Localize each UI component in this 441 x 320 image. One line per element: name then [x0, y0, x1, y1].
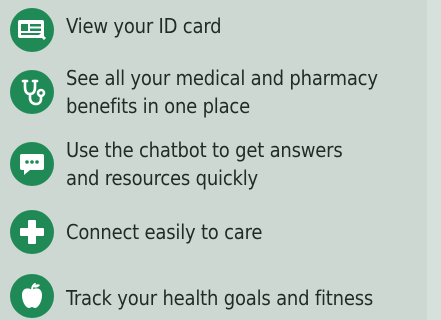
chat-bubble-icon — [10, 142, 54, 186]
list-item-health-goals: Track your health goals and fitness — [10, 274, 421, 318]
id-card-icon — [10, 8, 54, 52]
list-item-chatbot: Use the chatbot to get answers and resou… — [10, 138, 421, 192]
stethoscope-icon — [10, 70, 54, 114]
list-item-benefits: See all your medical and pharmacy benefi… — [10, 64, 421, 120]
list-item-label: Use the chatbot to get answers and resou… — [66, 138, 343, 190]
list-item-label: Connect easily to care — [66, 220, 263, 244]
list-item-label: View your ID card — [66, 14, 222, 38]
plus-cross-icon — [10, 210, 54, 254]
list-item-id-card: View your ID card — [10, 8, 421, 52]
benefits-feature-list: View your ID card See all your medical a… — [0, 0, 441, 320]
apple-icon — [10, 274, 54, 318]
list-item-label: See all your medical and pharmacy benefi… — [66, 66, 378, 118]
panel-edge — [427, 0, 441, 320]
list-item-label: Track your health goals and fitness — [66, 286, 374, 310]
list-item-connect-care: Connect easily to care — [10, 210, 421, 254]
